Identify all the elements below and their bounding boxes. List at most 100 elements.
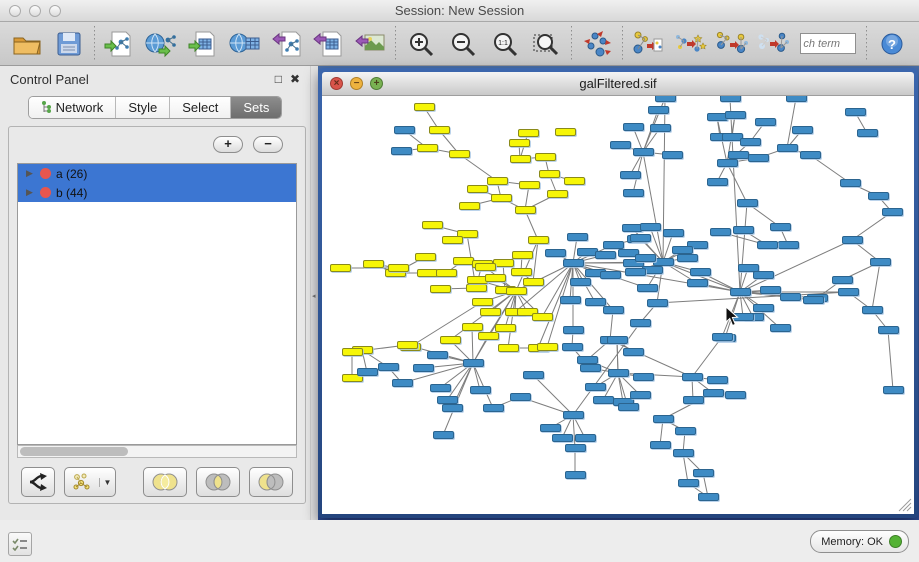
graph-node[interactable] <box>342 348 363 356</box>
graph-node[interactable] <box>565 471 586 479</box>
float-panel-icon[interactable]: □ <box>275 72 282 86</box>
graph-node[interactable] <box>512 251 533 259</box>
sets-list[interactable]: ▶ a (26) ▶ b (44) <box>17 163 297 445</box>
graph-node[interactable] <box>760 286 781 294</box>
graph-node[interactable] <box>630 391 651 399</box>
graph-node[interactable] <box>655 96 676 102</box>
graph-node[interactable] <box>570 278 591 286</box>
graph-node[interactable] <box>417 269 438 277</box>
graph-node[interactable] <box>753 271 774 279</box>
graph-node[interactable] <box>870 258 891 266</box>
graph-node[interactable] <box>603 241 624 249</box>
graph-node[interactable] <box>537 343 558 351</box>
graph-node[interactable] <box>610 141 631 149</box>
graph-node[interactable] <box>845 108 866 116</box>
graph-node[interactable] <box>710 228 731 236</box>
graph-node[interactable] <box>515 206 536 214</box>
graph-node[interactable] <box>449 150 470 158</box>
search-input[interactable]: ch term <box>800 33 856 54</box>
export-network-button[interactable] <box>266 25 308 63</box>
graph-node[interactable] <box>603 306 624 314</box>
graph-node[interactable] <box>459 202 480 210</box>
graph-node[interactable] <box>491 194 512 202</box>
import-table-from-url-button[interactable] <box>224 25 266 63</box>
graph-node[interactable] <box>510 393 531 401</box>
graph-node[interactable] <box>755 118 776 126</box>
graph-node[interactable] <box>857 129 878 137</box>
graph-node[interactable] <box>593 396 614 404</box>
graph-node[interactable] <box>429 126 450 134</box>
graph-node[interactable] <box>675 427 696 435</box>
graph-node[interactable] <box>563 411 584 419</box>
export-image-button[interactable] <box>349 25 391 63</box>
new-network-from-selection-file-button[interactable] <box>627 25 669 63</box>
memory-status-badge[interactable]: Memory: OK <box>810 530 909 553</box>
graph-node[interactable] <box>506 287 527 295</box>
graph-node[interactable] <box>778 241 799 249</box>
graph-node[interactable] <box>518 129 539 137</box>
save-session-button[interactable] <box>48 25 90 63</box>
graph-node[interactable] <box>838 288 859 296</box>
graph-node[interactable] <box>422 221 443 229</box>
graph-node[interactable] <box>560 296 581 304</box>
graph-node[interactable] <box>653 258 674 266</box>
graph-node[interactable] <box>770 223 791 231</box>
graph-node[interactable] <box>414 103 435 111</box>
graph-node[interactable] <box>630 319 651 327</box>
graph-node[interactable] <box>478 332 499 340</box>
graph-node[interactable] <box>625 268 646 276</box>
graph-node[interactable] <box>878 326 899 334</box>
dropdown-arrow-icon[interactable]: ▼ <box>99 478 115 487</box>
graph-node[interactable] <box>757 241 778 249</box>
graph-node[interactable] <box>462 323 483 331</box>
graph-node[interactable] <box>485 274 506 282</box>
task-history-button[interactable] <box>8 532 32 556</box>
tab-network[interactable]: Network <box>29 97 117 118</box>
graph-node[interactable] <box>555 128 576 136</box>
graph-node[interactable] <box>840 179 861 187</box>
graph-node[interactable] <box>392 379 413 387</box>
graph-node[interactable] <box>437 396 458 404</box>
graph-node[interactable] <box>770 324 791 332</box>
graph-node[interactable] <box>637 284 658 292</box>
graph-node[interactable] <box>466 284 487 292</box>
graph-node[interactable] <box>707 178 728 186</box>
graph-node[interactable] <box>620 171 641 179</box>
graph-node[interactable] <box>662 151 683 159</box>
graph-node[interactable] <box>442 404 463 412</box>
graph-node[interactable] <box>635 254 656 262</box>
graph-node[interactable] <box>803 296 824 304</box>
graph-node[interactable] <box>792 126 813 134</box>
graph-node[interactable] <box>786 96 807 102</box>
set-row-b[interactable]: ▶ b (44) <box>18 183 296 202</box>
graph-node[interactable] <box>430 384 451 392</box>
graph-node[interactable] <box>607 336 628 344</box>
graph-node[interactable] <box>498 344 519 352</box>
graph-node[interactable] <box>673 449 694 457</box>
graph-node[interactable] <box>862 306 883 314</box>
graph-node[interactable] <box>728 151 749 159</box>
graph-node[interactable] <box>453 257 474 265</box>
create-set-icon-area[interactable] <box>65 473 99 491</box>
graph-node[interactable] <box>463 359 484 367</box>
graph-node[interactable] <box>683 396 704 404</box>
graph-node[interactable] <box>842 236 863 244</box>
graph-node[interactable] <box>545 249 566 257</box>
graph-node[interactable] <box>493 259 514 267</box>
graph-node[interactable] <box>595 251 616 259</box>
graph-node[interactable] <box>475 263 496 271</box>
graph-node[interactable] <box>480 308 501 316</box>
splitter-collapse-icon[interactable]: ◂ <box>312 292 316 300</box>
graph-node[interactable] <box>483 404 504 412</box>
graph-node[interactable] <box>510 155 531 163</box>
graph-node[interactable] <box>565 444 586 452</box>
graph-node[interactable] <box>623 123 644 131</box>
graph-node[interactable] <box>585 383 606 391</box>
sets-horizontal-scrollbar[interactable] <box>17 445 297 458</box>
graph-node[interactable] <box>532 313 553 321</box>
graph-node[interactable] <box>740 138 761 146</box>
close-panel-icon[interactable]: ✖ <box>290 72 300 86</box>
graph-node[interactable] <box>575 434 596 442</box>
graph-node[interactable] <box>467 185 488 193</box>
graph-node[interactable] <box>678 479 699 487</box>
